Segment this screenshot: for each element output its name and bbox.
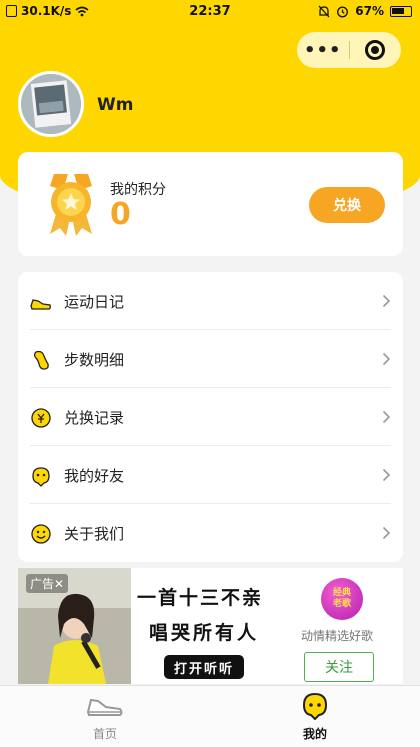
points-value: 0 — [110, 197, 131, 232]
menu-item-label: 兑换记录 — [64, 408, 125, 427]
more-button[interactable]: ••• — [297, 40, 349, 61]
tab-bar: 首页 我的 — [0, 685, 420, 747]
sneaker-icon — [86, 698, 123, 716]
ad-logo-text-2: 老歌 — [332, 599, 351, 609]
points-card: 我的积分 0 兑换 — [18, 152, 403, 256]
exchange-button[interactable]: 兑换 — [309, 187, 385, 223]
medal-icon — [50, 174, 92, 236]
menu-item-step-details[interactable]: 步数明细 — [18, 330, 403, 388]
menu-item-label: 运动日记 — [64, 292, 125, 311]
close-miniprogram-button[interactable] — [349, 40, 401, 60]
menu-item-sport-diary[interactable]: 运动日记 — [18, 272, 403, 330]
mute-bell-icon — [318, 5, 330, 17]
avatar[interactable] — [18, 71, 84, 137]
menu-item-my-friends[interactable]: 我的好友 — [18, 446, 403, 504]
ad-follow-button[interactable]: 关注 — [304, 652, 374, 682]
menu-item-exchange-record[interactable]: 兑换记录 — [18, 388, 403, 446]
tab-home[interactable]: 首页 — [0, 686, 210, 747]
ad-headline-1: 一首十三不亲 — [137, 587, 264, 609]
profile-icon — [302, 692, 328, 720]
battery-icon — [390, 5, 412, 17]
miniprogram-capsule: ••• — [297, 32, 401, 68]
ad-headline-2: 唱哭所有人 — [149, 622, 260, 644]
status-bar: 30.1K/s 22:37 67% — [0, 0, 420, 24]
avatar-image — [21, 74, 81, 134]
alarm-icon — [337, 6, 349, 17]
ad-image: 广告✕ — [18, 568, 131, 684]
chevron-right-icon — [382, 526, 391, 540]
points-label: 我的积分 — [110, 182, 166, 198]
ad-logo-text-1: 经典 — [332, 588, 351, 598]
footprint-icon — [33, 350, 49, 370]
menu-item-label: 我的好友 — [64, 466, 125, 485]
username: Wm — [97, 95, 134, 115]
chevron-right-icon — [382, 294, 391, 308]
smile-icon — [31, 524, 51, 544]
tab-label: 首页 — [92, 727, 117, 741]
ad-tag[interactable]: 广告✕ — [26, 574, 69, 593]
tab-label: 我的 — [302, 727, 327, 741]
menu-item-about-us[interactable]: 关于我们 — [18, 504, 403, 562]
ad-caption: 动情精选好歌 — [301, 629, 374, 643]
status-right: 67% — [318, 4, 412, 18]
chevron-right-icon — [382, 410, 391, 424]
chevron-right-icon — [382, 468, 391, 482]
menu-item-label: 步数明细 — [64, 350, 125, 369]
tab-mine[interactable]: 我的 — [210, 686, 420, 747]
exchange-record-icon — [31, 408, 51, 428]
chevron-right-icon — [382, 352, 391, 366]
ad-open-button[interactable]: 打开听听 — [164, 655, 244, 679]
shoe-icon — [30, 299, 51, 310]
menu-item-label: 关于我们 — [64, 524, 125, 543]
ad-logo: 经典 老歌 — [321, 578, 363, 620]
target-icon — [365, 40, 386, 60]
menu-list: 运动日记 步数明细 兑换记录 我的好友 关于我们 — [18, 272, 403, 562]
battery-percent: 67% — [355, 4, 384, 18]
ad-banner[interactable]: 广告✕ 一首十三不亲 唱哭所有人 打开听听 经典 老歌 动情精选好歌 关注 — [18, 568, 403, 684]
friends-icon — [32, 467, 50, 487]
